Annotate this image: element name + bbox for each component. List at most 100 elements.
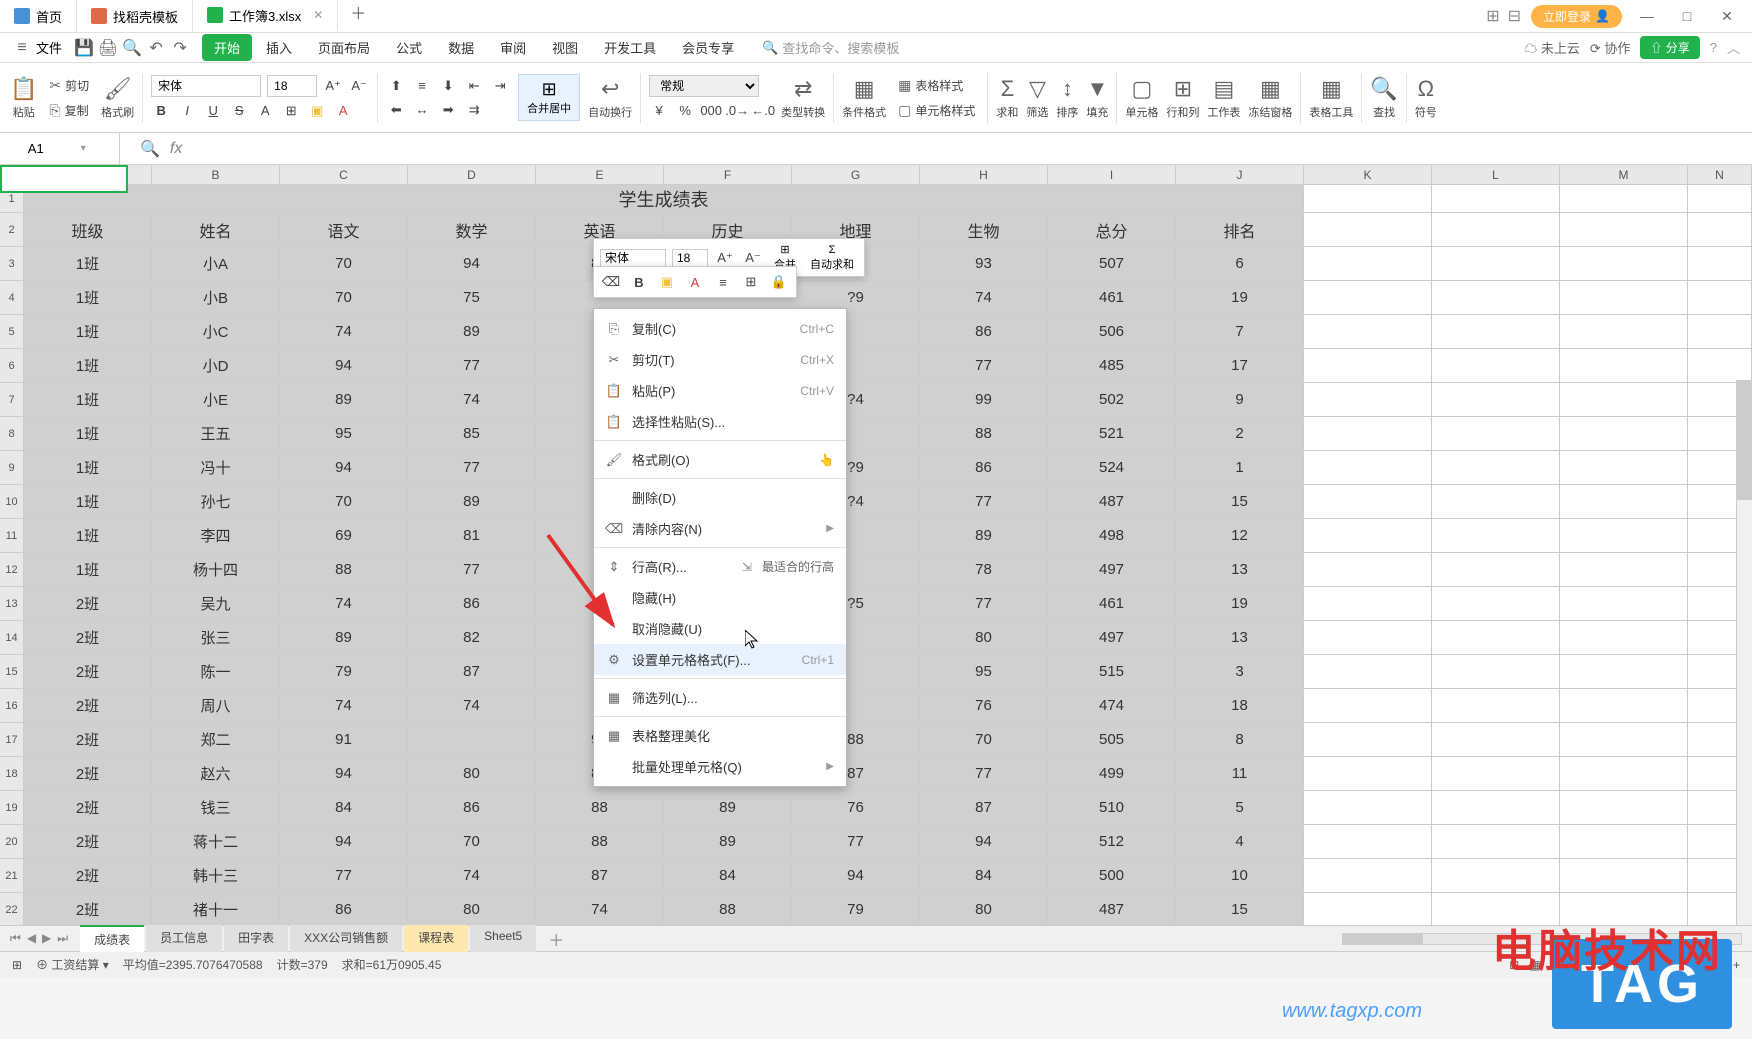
blank-cell[interactable] <box>1560 213 1688 247</box>
blank-cell[interactable] <box>1432 689 1560 723</box>
data-cell[interactable]: 86 <box>408 587 536 621</box>
data-cell[interactable]: 86 <box>408 791 536 825</box>
type-convert-button[interactable]: ⇄ 类型转换 <box>781 76 825 120</box>
data-cell[interactable]: 487 <box>1048 893 1176 925</box>
search-fx-icon[interactable]: 🔍 <box>140 139 160 159</box>
data-cell[interactable]: 507 <box>1048 247 1176 281</box>
data-cell[interactable]: 86 <box>920 315 1048 349</box>
data-cell[interactable]: 510 <box>1048 791 1176 825</box>
header-cell[interactable]: 总分 <box>1048 213 1176 247</box>
data-cell[interactable]: 89 <box>920 519 1048 553</box>
worksheet-button[interactable]: ▤工作表 <box>1207 76 1240 120</box>
blank-cell[interactable] <box>1304 281 1432 315</box>
header-cell[interactable]: 生物 <box>920 213 1048 247</box>
coop-button[interactable]: ⟳ 协作 <box>1590 38 1631 57</box>
data-cell[interactable]: 陈一 <box>152 655 280 689</box>
data-cell[interactable]: 李四 <box>152 519 280 553</box>
blank-cell[interactable] <box>1304 655 1432 689</box>
blank-cell[interactable] <box>1688 185 1752 213</box>
tab-data[interactable]: 数据 <box>436 34 486 61</box>
mini-size-select[interactable] <box>672 249 708 267</box>
strike-button[interactable]: S <box>229 101 249 121</box>
number-format-select[interactable]: 常规 <box>649 75 759 97</box>
align-bottom-icon[interactable]: ⬇ <box>438 76 458 96</box>
sheet-tab[interactable]: 田字表 <box>224 925 288 952</box>
row-header-10[interactable]: 10 <box>0 485 24 519</box>
data-cell[interactable]: 18 <box>1176 689 1304 723</box>
data-cell[interactable]: 74 <box>920 281 1048 315</box>
rowcol-button[interactable]: ⊞行和列 <box>1166 76 1199 120</box>
distribute-icon[interactable]: ⇉ <box>464 100 484 120</box>
tab-dev[interactable]: 开发工具 <box>592 34 668 61</box>
row-header-8[interactable]: 8 <box>0 417 24 451</box>
blank-cell[interactable] <box>1432 383 1560 417</box>
data-cell[interactable]: 17 <box>1176 349 1304 383</box>
blank-cell[interactable] <box>1432 185 1560 213</box>
blank-cell[interactable] <box>1304 859 1432 893</box>
tab-review[interactable]: 审阅 <box>488 34 538 61</box>
data-cell[interactable]: 82 <box>408 621 536 655</box>
blank-cell[interactable] <box>1688 281 1752 315</box>
menu-item[interactable]: 📋粘贴(P)Ctrl+V <box>594 375 846 406</box>
mini-align-icon[interactable]: ≡ <box>712 271 734 293</box>
blank-cell[interactable] <box>1432 655 1560 689</box>
freeze-button[interactable]: ▦冻结窗格 <box>1248 76 1292 120</box>
data-cell[interactable]: 赵六 <box>152 757 280 791</box>
font-size-select[interactable] <box>267 75 317 97</box>
data-cell[interactable]: 95 <box>920 655 1048 689</box>
data-cell[interactable]: 8 <box>1176 723 1304 757</box>
data-cell[interactable]: 99 <box>920 383 1048 417</box>
col-header-M[interactable]: M <box>1560 165 1688 184</box>
save-icon[interactable]: 💾 <box>74 38 94 58</box>
blank-cell[interactable] <box>1304 213 1432 247</box>
row-header-11[interactable]: 11 <box>0 519 24 553</box>
blank-cell[interactable] <box>1560 349 1688 383</box>
data-cell[interactable]: 77 <box>792 825 920 859</box>
data-cell[interactable]: 91 <box>280 723 408 757</box>
data-cell[interactable]: 89 <box>280 621 408 655</box>
comma-icon[interactable]: 000 <box>701 101 721 121</box>
col-header-N[interactable]: N <box>1688 165 1752 184</box>
decimal-dec-icon[interactable]: ←.0 <box>753 101 773 121</box>
data-cell[interactable]: 冯十 <box>152 451 280 485</box>
data-cell[interactable]: 87 <box>408 655 536 689</box>
blank-cell[interactable] <box>1304 349 1432 383</box>
col-header-A[interactable]: A <box>24 165 152 184</box>
typography-button[interactable]: A <box>255 101 275 121</box>
vertical-scrollbar[interactable] <box>1736 380 1752 925</box>
print-icon[interactable]: 🖨 <box>98 38 118 58</box>
data-cell[interactable]: 76 <box>920 689 1048 723</box>
data-cell[interactable]: 502 <box>1048 383 1176 417</box>
blank-cell[interactable] <box>1560 859 1688 893</box>
data-cell[interactable]: 19 <box>1176 587 1304 621</box>
data-cell[interactable]: 74 <box>280 315 408 349</box>
row-header-20[interactable]: 20 <box>0 825 24 859</box>
data-cell[interactable]: 94 <box>408 247 536 281</box>
data-cell[interactable]: 485 <box>1048 349 1176 383</box>
blank-cell[interactable] <box>1304 587 1432 621</box>
blank-cell[interactable] <box>1304 451 1432 485</box>
data-cell[interactable]: 77 <box>408 451 536 485</box>
col-header-L[interactable]: L <box>1432 165 1560 184</box>
data-cell[interactable]: 76 <box>792 791 920 825</box>
data-cell[interactable]: 93 <box>920 247 1048 281</box>
data-cell[interactable]: 505 <box>1048 723 1176 757</box>
data-cell[interactable]: 1班 <box>24 451 152 485</box>
data-cell[interactable]: 3 <box>1176 655 1304 689</box>
row-header-21[interactable]: 21 <box>0 859 24 893</box>
cells-area[interactable]: 学生成绩表班级姓名语文数学英语历史地理生物总分排名1班小A70948?93507… <box>24 185 1752 925</box>
sheet-tab[interactable]: 员工信息 <box>146 925 222 952</box>
data-cell[interactable]: 77 <box>920 587 1048 621</box>
blank-cell[interactable] <box>1432 485 1560 519</box>
data-cell[interactable]: 88 <box>664 893 792 925</box>
blank-cell[interactable] <box>1432 451 1560 485</box>
tab-view[interactable]: 视图 <box>540 34 590 61</box>
blank-cell[interactable] <box>1560 621 1688 655</box>
blank-cell[interactable] <box>1304 315 1432 349</box>
data-cell[interactable]: 94 <box>280 349 408 383</box>
tab-template[interactable]: 找稻壳模板 <box>77 0 193 32</box>
last-tab-icon[interactable]: ⏭ <box>57 931 68 946</box>
mini-font-color-icon[interactable]: A <box>684 271 706 293</box>
find-button[interactable]: 🔍查找 <box>1370 76 1397 120</box>
currency-icon[interactable]: ¥ <box>649 101 669 121</box>
